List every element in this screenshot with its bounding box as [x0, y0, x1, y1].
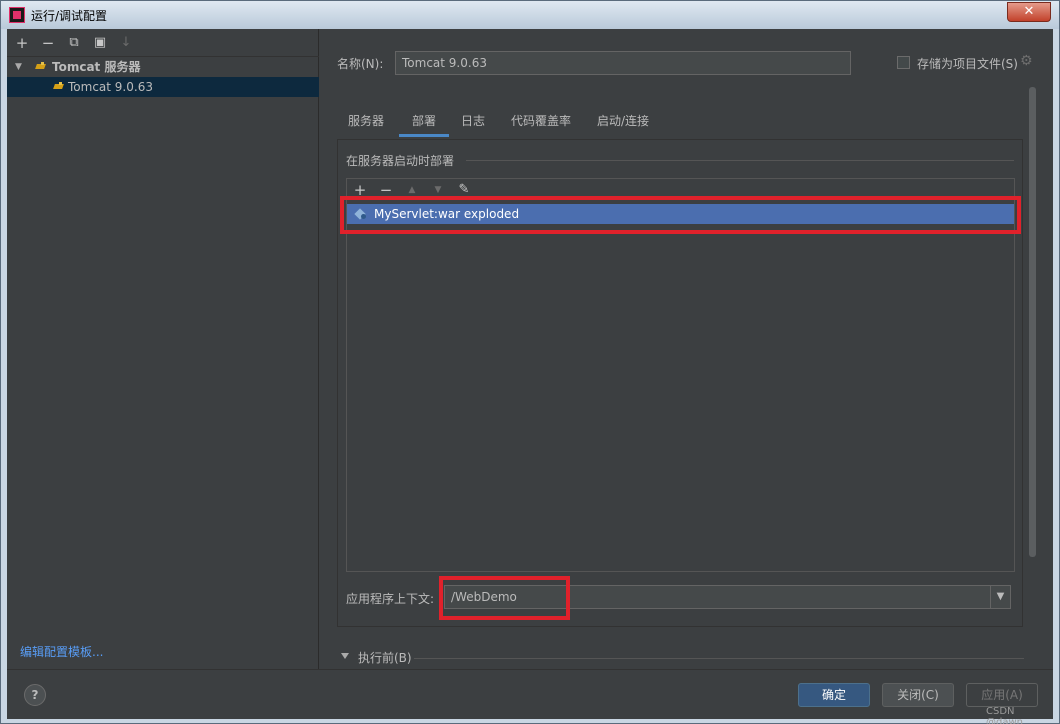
tree-toolbar: + − ⧉ ▣ ↓ [7, 29, 319, 57]
config-editor-panel: 名称(N): Tomcat 9.0.63 存储为项目文件(S) ⚙ 服务器 部署… [320, 29, 1053, 669]
help-button[interactable]: ? [24, 684, 46, 706]
vertical-scrollbar[interactable] [1029, 87, 1036, 557]
run-debug-config-window: 运行/调试配置 ✕ + − ⧉ ▣ ↓ ▼ Tomcat 服务器 Tomcat … [0, 0, 1060, 724]
watermark: CSDN @dawn [986, 706, 1023, 724]
tree-item-tomcat-9-0-63[interactable]: Tomcat 9.0.63 [7, 77, 319, 97]
collapse-arrow-icon[interactable] [341, 653, 349, 659]
copy-config-icon[interactable]: ⧉ [66, 35, 82, 51]
tab-startup-connection[interactable]: 启动/连接 [587, 109, 659, 137]
tree-item-label: Tomcat 服务器 [52, 60, 141, 74]
chevron-down-icon[interactable]: ▼ [990, 586, 1010, 608]
apply-button[interactable]: 应用(A) [966, 683, 1038, 707]
dialog-content: + − ⧉ ▣ ↓ ▼ Tomcat 服务器 Tomcat 9.0.63 编辑配… [7, 29, 1053, 724]
ok-button[interactable]: 确定 [798, 683, 870, 707]
tree-item-tomcat-server-group[interactable]: ▼ Tomcat 服务器 [7, 57, 319, 77]
section-divider [466, 160, 1014, 161]
window-close-button[interactable]: ✕ [1007, 2, 1051, 22]
expand-arrow-icon[interactable]: ▼ [15, 57, 22, 77]
sort-icon[interactable]: ↓ [118, 35, 134, 51]
tab-code-coverage[interactable]: 代码覆盖率 [501, 109, 581, 137]
deploy-section-title: 在服务器启动时部署 [346, 154, 455, 168]
tab-deployment[interactable]: 部署 [399, 109, 449, 137]
gear-icon[interactable]: ⚙ [1020, 54, 1034, 68]
artifact-list: + − ▲ ▼ ✎ MyServlet:war exploded [346, 178, 1015, 572]
folder-icon[interactable]: ▣ [92, 35, 108, 51]
highlight-box-context [439, 576, 570, 620]
name-label: 名称(N): [337, 57, 384, 71]
highlight-box-artifact [340, 196, 1021, 234]
intellij-app-icon [9, 7, 25, 23]
tomcat-icon [35, 62, 47, 72]
title-bar: 运行/调试配置 ✕ [1, 1, 1059, 29]
before-launch-toggle[interactable]: 执行前(B) [358, 649, 412, 666]
store-as-project-file-label[interactable]: 存储为项目文件(S) [917, 55, 1018, 72]
add-config-icon[interactable]: + [14, 35, 30, 51]
name-field[interactable]: Tomcat 9.0.63 [395, 51, 851, 75]
tomcat-icon [53, 82, 65, 92]
config-tree-panel: + − ⧉ ▣ ↓ ▼ Tomcat 服务器 Tomcat 9.0.63 编辑配… [7, 29, 319, 669]
store-as-project-file-checkbox[interactable] [897, 56, 910, 69]
window-title: 运行/调试配置 [31, 9, 108, 23]
edit-config-templates-link[interactable]: 编辑配置模板... [20, 643, 103, 660]
tree-item-label: Tomcat 9.0.63 [68, 80, 153, 94]
tab-logs[interactable]: 日志 [453, 109, 493, 137]
remove-config-icon[interactable]: − [40, 35, 56, 51]
tab-server[interactable]: 服务器 [337, 109, 395, 137]
application-context-label: 应用程序上下文: [346, 592, 435, 606]
dialog-button-bar: ? 确定 关闭(C) 应用(A) CSDN @dawn [7, 669, 1053, 724]
section-divider [414, 658, 1024, 659]
close-button[interactable]: 关闭(C) [882, 683, 954, 707]
